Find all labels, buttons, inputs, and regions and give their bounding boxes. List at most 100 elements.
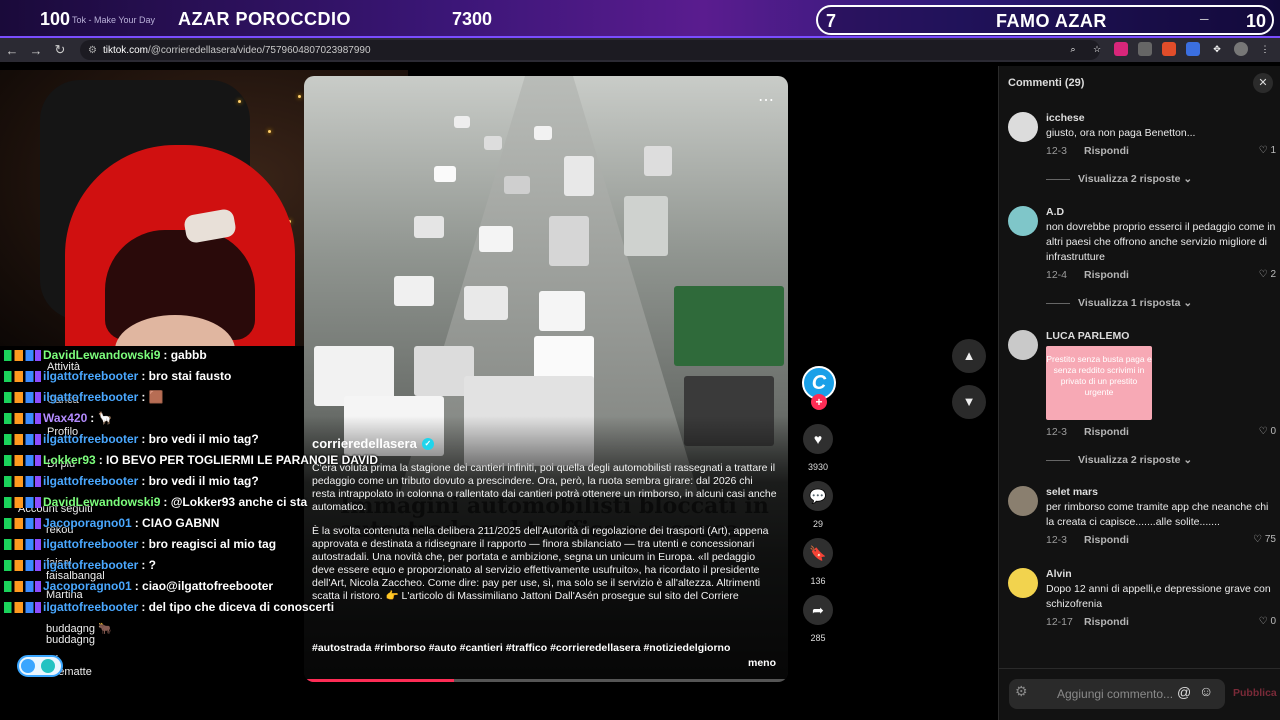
comment-user[interactable]: A.D xyxy=(1046,206,1064,218)
comment-like[interactable]: ♡ 1 xyxy=(1259,145,1276,156)
overlay-center-number: 7300 xyxy=(452,9,493,29)
like-count: 75 xyxy=(1264,534,1276,545)
avatar[interactable] xyxy=(1008,330,1038,360)
extension-icon[interactable] xyxy=(1162,42,1176,56)
back-icon[interactable]: ← xyxy=(0,43,24,58)
like-count: 2 xyxy=(1270,269,1276,280)
follow-plus-icon[interactable]: + xyxy=(811,394,827,410)
chat-user: Wax420 xyxy=(43,411,88,425)
minimize-icon[interactable]: ─ xyxy=(1200,12,1209,26)
star-icon[interactable]: ☆ xyxy=(1090,42,1104,56)
comment-image[interactable]: Prestito senza busta paga e senza reddit… xyxy=(1046,346,1152,420)
avatar[interactable] xyxy=(1008,112,1038,142)
chat-user: ilgattofreebooter xyxy=(43,474,139,488)
chat-user: Lokker93 xyxy=(43,453,96,467)
comment-like[interactable]: ♡ 2 xyxy=(1259,269,1276,280)
chat-text: : ? xyxy=(141,558,157,572)
chat-badges-icon xyxy=(4,476,41,488)
puzzle-icon[interactable]: ✥ xyxy=(1210,42,1224,56)
chat-message: ilgattofreebooter: bro vedi il mio tag? xyxy=(4,474,259,488)
view-replies-button[interactable]: Visualizza 2 risposte ⌄ xyxy=(1046,454,1192,466)
chat-message: DavidLewandowski9: @Lokker93 anche ci st… xyxy=(4,495,307,509)
comment-user[interactable]: icchese xyxy=(1046,112,1085,124)
tiktok-video[interactable]: ⋯ Immagini automobilisti bloccati in aut… xyxy=(304,76,788,682)
previous-video-chevron-up-icon[interactable]: ▲ xyxy=(952,339,986,373)
site-info-icon[interactable]: ⚙ xyxy=(88,45,97,56)
comment-user[interactable]: selet mars xyxy=(1046,486,1098,498)
comment-like[interactable]: ♡ 0 xyxy=(1259,426,1276,437)
chat-user: ilgattofreebooter xyxy=(43,390,139,404)
chat-text: : ciao@ilgattofreebooter xyxy=(134,579,274,593)
chat-badges-icon xyxy=(4,560,41,572)
extensions-area: ⌕ ☆ ✥ ⋮ xyxy=(1066,42,1272,56)
next-video-chevron-down-icon[interactable]: ▼ xyxy=(952,385,986,419)
video-progress-bar[interactable] xyxy=(304,679,788,682)
more-options-icon[interactable]: ⋯ xyxy=(758,90,774,110)
avatar[interactable] xyxy=(1008,568,1038,598)
share-icon[interactable]: ➦ xyxy=(803,595,833,625)
extension-icon[interactable] xyxy=(1138,42,1152,56)
forward-icon[interactable]: → xyxy=(24,43,48,58)
comment-user[interactable]: Alvin xyxy=(1046,568,1072,580)
chat-user: ilgattofreebooter xyxy=(43,369,139,383)
comment-like[interactable]: ♡ 0 xyxy=(1259,616,1276,627)
comment-input-row: Aggiungi commento... ⚙ @ ☺ Pubblica xyxy=(999,668,1280,720)
like-count: 0 xyxy=(1270,616,1276,627)
comment-icon[interactable]: 💬 xyxy=(803,481,833,511)
emoji-icon[interactable]: ☺ xyxy=(1199,683,1213,699)
extension-toggle[interactable] xyxy=(17,655,63,677)
post-button[interactable]: Pubblica xyxy=(1233,687,1277,699)
chat-text: : bro stai fausto xyxy=(141,369,232,383)
chat-user: ilgattofreebooter xyxy=(43,432,139,446)
bookmark-icon[interactable]: 🔖 xyxy=(803,538,833,568)
close-icon[interactable]: ✕ xyxy=(1253,73,1273,93)
chat-message: ilgattofreebooter: del tipo che diceva d… xyxy=(4,600,334,614)
chat-message: ilgattofreebooter: bro vedi il mio tag? xyxy=(4,432,259,446)
avatar[interactable] xyxy=(1008,206,1038,236)
comment-like[interactable]: ♡ 75 xyxy=(1253,534,1276,545)
view-replies-label: Visualizza 1 risposta ⌄ xyxy=(1078,297,1193,309)
chat-user: Jacoporagno01 xyxy=(43,516,132,530)
comment-date: 12-17 xyxy=(1046,616,1073,628)
share-count: 285 xyxy=(810,633,826,643)
menu-icon[interactable]: ⋮ xyxy=(1258,42,1272,56)
chat-message: Lokker93: IO BEVO PER TOGLIERMI LE PARAN… xyxy=(4,453,378,467)
chat-text: : CIAO GABNN xyxy=(134,516,220,530)
comments-panel: Commenti (29) ✕ icchese giusto, ora non … xyxy=(998,66,1280,720)
chat-message: ilgattofreebooter: ? xyxy=(4,558,156,572)
comment-text: giusto, ora non paga Benetton... xyxy=(1046,127,1196,139)
chat-text: : 🟫 xyxy=(141,390,164,404)
view-replies-button[interactable]: Visualizza 1 risposta ⌄ xyxy=(1046,297,1192,309)
view-replies-button[interactable]: Visualizza 2 risposte ⌄ xyxy=(1046,173,1192,185)
extension-icon[interactable] xyxy=(1114,42,1128,56)
like-icon[interactable]: ♥ xyxy=(803,424,833,454)
address-bar[interactable]: ⚙ tiktok.com/@corrieredellasera/video/75… xyxy=(80,40,1100,60)
chat-user: ilgattofreebooter xyxy=(43,600,139,614)
mention-icon[interactable]: @ xyxy=(1177,684,1191,700)
avatar[interactable] xyxy=(1008,486,1038,516)
reload-icon[interactable]: ↻ xyxy=(48,42,72,58)
comment-date: 12-3 xyxy=(1046,534,1068,546)
profile-avatar[interactable] xyxy=(1234,42,1248,56)
chat-text: : del tipo che diceva di conoscerti xyxy=(141,600,335,614)
reply-button[interactable]: Rispondi xyxy=(1084,534,1129,546)
reply-button[interactable]: Rispondi xyxy=(1084,616,1129,628)
chat-message: Wax420: 🦙 xyxy=(4,411,113,425)
comment-user[interactable]: LUCA PARLEMO xyxy=(1046,330,1129,342)
video-hashtags[interactable]: #autostrada #rimborso #auto #cantieri #t… xyxy=(312,642,730,654)
chat-message: Jacoporagno01: CIAO GABNN xyxy=(4,516,219,530)
comment-input[interactable]: Aggiungi commento... xyxy=(1009,679,1225,709)
extension-icon[interactable] xyxy=(1186,42,1200,56)
chat-badges-icon xyxy=(4,413,41,425)
chat-badges-icon xyxy=(4,434,41,446)
comment-date: 12-4 xyxy=(1046,269,1068,281)
reply-button[interactable]: Rispondi xyxy=(1084,269,1129,281)
show-less-button[interactable]: meno xyxy=(748,657,776,669)
reply-button[interactable]: Rispondi xyxy=(1084,145,1129,157)
chat-message: DavidLewandowski9: gabbb xyxy=(4,348,207,362)
chat-message: Jacoporagno01: ciao@ilgattofreebooter xyxy=(4,579,273,593)
zoom-icon[interactable]: ⌕ xyxy=(1066,42,1080,56)
reply-button[interactable]: Rispondi xyxy=(1084,426,1129,438)
browser-tab-title[interactable]: Tok - Make Your Day xyxy=(72,15,155,25)
gear-icon[interactable]: ⚙ xyxy=(1015,683,1028,700)
